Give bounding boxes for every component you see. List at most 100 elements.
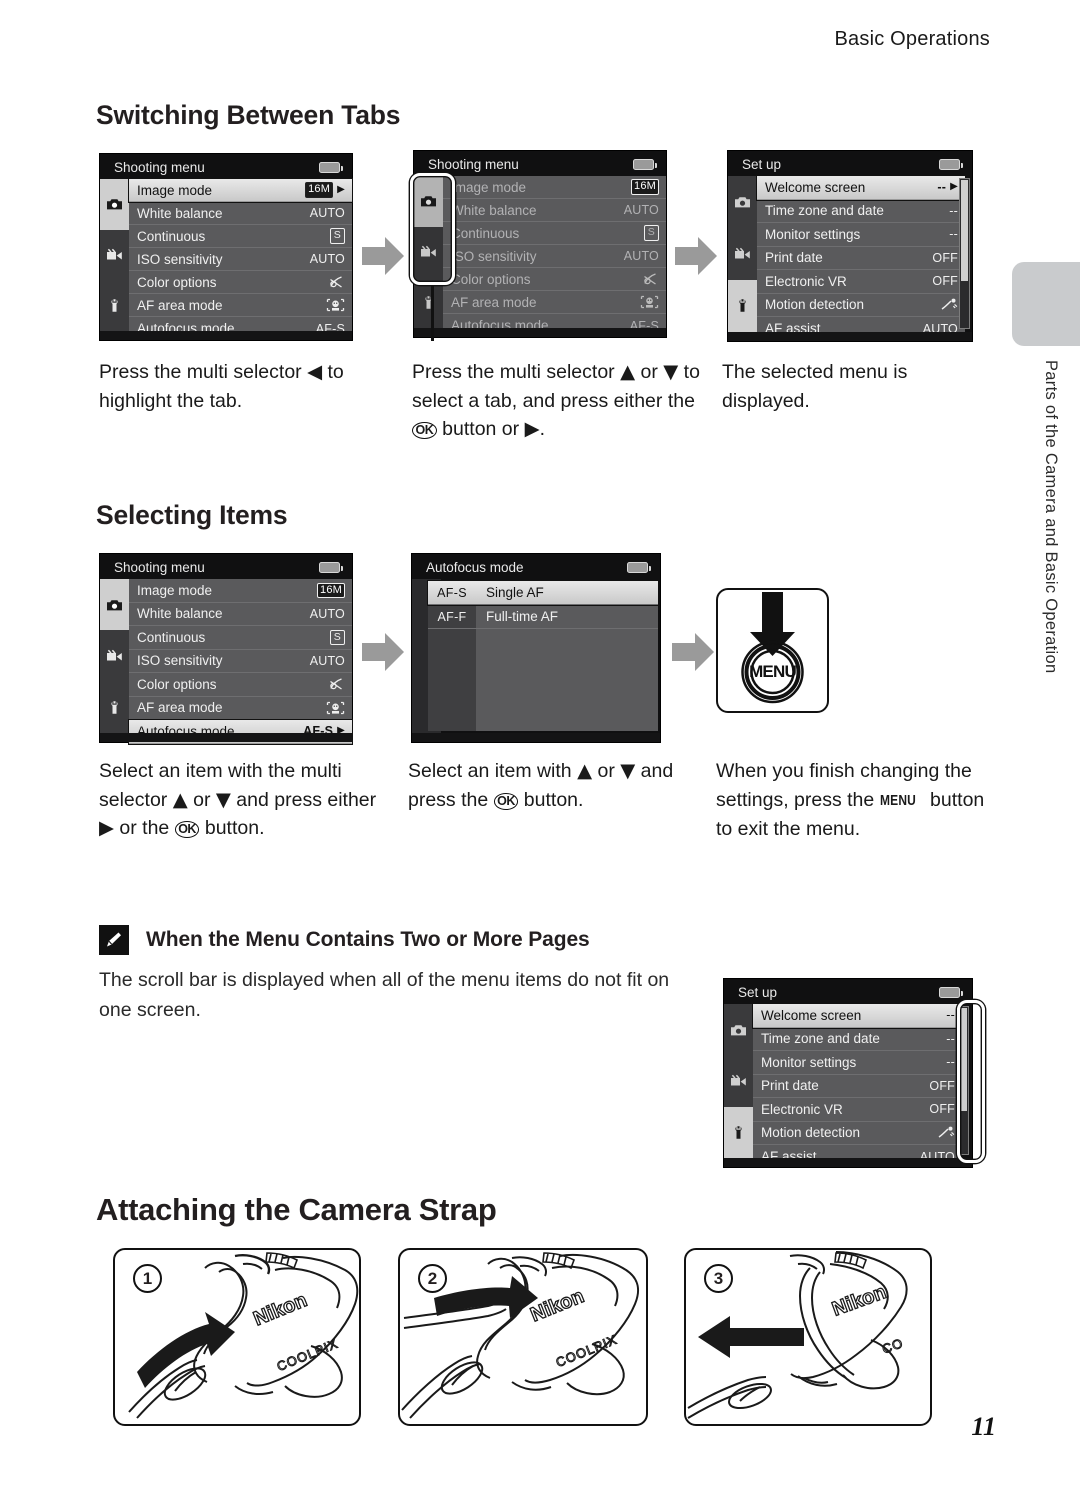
lcd-screen-shooting-menu-1: Shooting menu Image mode 16M ▶ White bal… (99, 153, 353, 341)
setup-tab-icon[interactable] (100, 681, 129, 733)
menu-row-continuous[interactable]: Continuous S (443, 222, 666, 245)
menu-row-iso-sensitivity[interactable]: ISO sensitivity AUTO (129, 650, 352, 673)
camera-tab-icon[interactable] (100, 579, 129, 631)
menu-row-label: Electronic VR (765, 273, 847, 289)
menu-row-color-options[interactable]: Color options (443, 268, 666, 291)
menu-row-image-mode[interactable]: Image mode 16M (129, 579, 352, 603)
menu-row-time-zone-and-date[interactable]: Time zone and date -- (753, 1028, 962, 1051)
camera-tab-icon[interactable] (100, 179, 129, 230)
strap-figure-1: 1 Nikon COOLPIX (113, 1248, 361, 1426)
menu-row-monitor-settings[interactable]: Monitor settings -- (753, 1051, 962, 1075)
menu-row-value: AUTO (309, 252, 345, 266)
menu-row-print-date[interactable]: Print date OFF (757, 247, 965, 270)
scrollbar-thumb[interactable] (960, 1008, 967, 1111)
menu-row-label: Motion detection (765, 297, 865, 313)
screen-footer (724, 1158, 972, 1167)
option-code: AF-F (428, 605, 476, 628)
menu-row-label: Color options (451, 271, 531, 287)
strap-figure-2: 2 Nikon COOLPIX (398, 1248, 648, 1426)
movie-tab-icon[interactable] (414, 226, 443, 278)
menu-row-image-mode[interactable]: Image mode 16M ▶ (128, 178, 353, 203)
single-shot-icon: S (329, 629, 345, 645)
menu-row-motion-detection[interactable]: Motion detection (753, 1122, 962, 1145)
menu-row-welcome-screen[interactable]: Welcome screen -- (752, 1003, 963, 1029)
chevron-right-icon: ▶ (337, 184, 345, 195)
battery-icon (939, 158, 963, 170)
menu-row-color-options[interactable]: Color options (129, 673, 352, 697)
menu-row-af-area-mode[interactable]: AF area mode (443, 291, 666, 314)
menu-row-image-mode[interactable]: Image mode 16M (443, 176, 666, 199)
menu-row-label: White balance (137, 606, 223, 622)
menu-row-continuous[interactable]: Continuous S (129, 626, 352, 650)
menu-row-af-area-mode[interactable]: AF area mode (129, 294, 352, 317)
face-priority-icon (326, 298, 345, 312)
brand-text: Nikon (527, 1285, 587, 1326)
movie-tab-icon[interactable] (100, 630, 129, 682)
setup-tab-icon[interactable] (100, 280, 129, 331)
lcd-screen-shooting-menu-2: Shooting menu Image mode 16M White balan… (413, 150, 667, 338)
menu-row-continuous[interactable]: Continuous S (129, 225, 352, 248)
scrollbar-thumb[interactable] (961, 180, 968, 282)
setup-tab-icon[interactable] (724, 1106, 753, 1158)
flow-arrow-2 (673, 234, 719, 283)
menu-button-glyph: MENU (879, 791, 916, 809)
menu-row-electronic-vr[interactable]: Electronic VR OFF (757, 270, 965, 294)
setup-tab-icon[interactable] (728, 279, 757, 332)
menu-row-label: Print date (765, 250, 823, 266)
menu-rows: Image mode 16M White balance AUTO Contin… (128, 579, 353, 745)
screen-title: Set up (742, 156, 782, 172)
scrollbar[interactable] (958, 1006, 969, 1155)
right-arrow-glyph: ▶ (99, 816, 114, 839)
side-tab-label: Parts of the Camera and Basic Operation (1042, 360, 1060, 674)
running-head: Basic Operations (834, 28, 990, 50)
menu-row-white-balance[interactable]: White balance AUTO (129, 603, 352, 626)
menu-row-white-balance[interactable]: White balance AUTO (443, 199, 666, 222)
screen-footer (728, 332, 972, 341)
movie-tab-icon[interactable] (724, 1055, 753, 1107)
menu-row-value: 16M (317, 582, 345, 598)
scrollbar[interactable] (959, 178, 970, 329)
strap-figure-3: 3 Nikon CO (684, 1248, 932, 1426)
menu-row-color-options[interactable]: Color options (129, 271, 352, 294)
up-arrow-glyph: ▲ (172, 787, 188, 811)
single-shot-icon: S (643, 225, 659, 241)
menu-row-value (940, 298, 958, 311)
menu-row-print-date[interactable]: Print date OFF (753, 1075, 962, 1098)
menu-row-label: Motion detection (761, 1125, 861, 1141)
camera-tab-icon[interactable] (728, 176, 757, 228)
menu-row-af-area-mode[interactable]: AF area mode (129, 697, 352, 720)
menu-row-time-zone-and-date[interactable]: Time zone and date -- (757, 200, 965, 223)
menu-rows: Welcome screen -- Time zone and date -- … (752, 1003, 963, 1164)
screen-title: Shooting menu (114, 159, 205, 175)
menu-row-label: Electronic VR (761, 1101, 843, 1117)
menu-button-label[interactable]: MENU (718, 662, 827, 682)
menu-row-welcome-screen[interactable]: Welcome screen -- ▶ (756, 175, 966, 201)
setup-tab-icon[interactable] (414, 277, 443, 328)
menu-row-white-balance[interactable]: White balance AUTO (129, 202, 352, 225)
movie-tab-icon[interactable] (728, 227, 757, 280)
movie-tab-icon[interactable] (100, 229, 129, 281)
battery-icon (627, 561, 651, 573)
menu-row-motion-detection[interactable]: Motion detection (757, 294, 965, 317)
camera-tab-icon[interactable] (724, 1004, 753, 1056)
tab-column (728, 176, 757, 332)
battery-icon (319, 161, 343, 173)
color-off-icon (644, 273, 656, 285)
menu-row-value (937, 1126, 955, 1139)
option-full-time-af[interactable]: AF-F Full-time AF (428, 605, 658, 629)
screen-footer (100, 331, 352, 340)
menu-row-electronic-vr[interactable]: Electronic VR OFF (753, 1098, 962, 1122)
menu-row-monitor-settings[interactable]: Monitor settings -- (757, 223, 965, 247)
tab-column (414, 176, 443, 328)
ok-button-glyph: OK (174, 821, 200, 838)
menu-row-value: AUTO (309, 206, 345, 220)
menu-row-value: OFF (929, 1078, 955, 1093)
menu-rows: Image mode 16M ▶ White balance AUTO Cont… (128, 178, 353, 336)
menu-row-iso-sensitivity[interactable]: ISO sensitivity AUTO (443, 245, 666, 268)
camera-tab-icon[interactable] (414, 176, 443, 227)
menu-row-iso-sensitivity[interactable]: ISO sensitivity AUTO (129, 248, 352, 271)
page-title-selecting-items: Selecting Items (96, 500, 288, 530)
menu-row-value: OFF (932, 274, 958, 289)
option-single-af[interactable]: AF-S Single AF (427, 580, 659, 606)
image-mode-16m-icon: 16M (317, 582, 345, 598)
